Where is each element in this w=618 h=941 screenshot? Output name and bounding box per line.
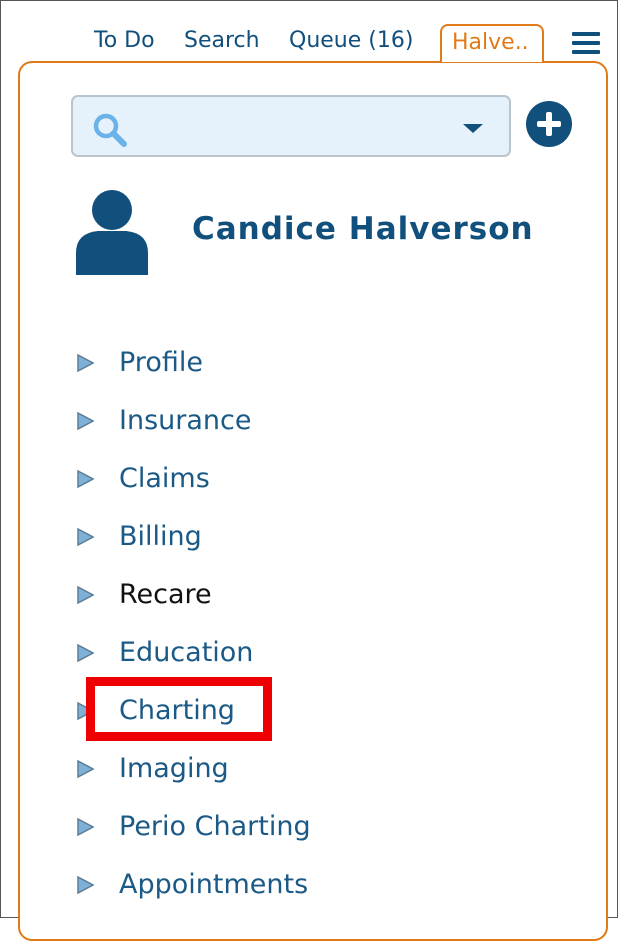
tab-queue[interactable]: Queue (16): [289, 28, 413, 53]
hamburger-menu-icon[interactable]: [572, 32, 600, 56]
nav-item-label: Education: [119, 637, 254, 668]
nav-item-label: Recare: [119, 579, 212, 610]
nav-item-label: Insurance: [119, 405, 252, 436]
patient-search-box[interactable]: [71, 95, 511, 157]
nav-item-label: Appointments: [119, 869, 309, 900]
nav-item-label: Billing: [119, 521, 202, 552]
patient-panel: Candice Halverson Profile Insurance Clai…: [18, 61, 608, 941]
nav-item-label: Profile: [119, 347, 203, 378]
nav-item-label: Perio Charting: [119, 811, 311, 842]
tab-patient-label: Halve..: [452, 30, 529, 55]
search-icon: [93, 113, 127, 147]
triangle-right-icon: [77, 412, 94, 430]
triangle-right-icon: [77, 760, 94, 778]
nav-item-appointments[interactable]: Appointments: [20, 865, 606, 905]
chevron-down-icon[interactable]: [463, 124, 483, 133]
patient-search-input[interactable]: [139, 107, 443, 147]
tab-bar: To Do Search Queue (16) Halve..: [0, 24, 618, 64]
nav-item-insurance[interactable]: Insurance: [20, 401, 606, 441]
triangle-right-icon: [77, 876, 94, 894]
nav-item-recare[interactable]: Recare: [20, 575, 606, 615]
triangle-right-icon: [77, 586, 94, 604]
user-icon: [76, 190, 148, 275]
nav-item-education[interactable]: Education: [20, 633, 606, 673]
triangle-right-icon: [77, 470, 94, 488]
nav-item-label: Claims: [119, 463, 210, 494]
triangle-right-icon: [77, 644, 94, 662]
triangle-right-icon: [77, 702, 94, 720]
tab-search[interactable]: Search: [184, 28, 260, 53]
triangle-right-icon: [77, 528, 94, 546]
nav-item-charting[interactable]: Charting: [20, 691, 606, 731]
triangle-right-icon: [77, 354, 94, 372]
add-patient-button[interactable]: [526, 101, 572, 147]
patient-name: Candice Halverson: [192, 211, 534, 247]
nav-item-label: Charting: [119, 695, 235, 726]
nav-item-perio-charting[interactable]: Perio Charting: [20, 807, 606, 847]
nav-item-claims[interactable]: Claims: [20, 459, 606, 499]
triangle-right-icon: [77, 818, 94, 836]
tab-to-do[interactable]: To Do: [94, 28, 155, 53]
nav-item-profile[interactable]: Profile: [20, 343, 606, 383]
nav-item-imaging[interactable]: Imaging: [20, 749, 606, 789]
tab-patient-active[interactable]: Halve..: [440, 24, 544, 62]
nav-item-billing[interactable]: Billing: [20, 517, 606, 557]
nav-item-label: Imaging: [119, 753, 229, 784]
